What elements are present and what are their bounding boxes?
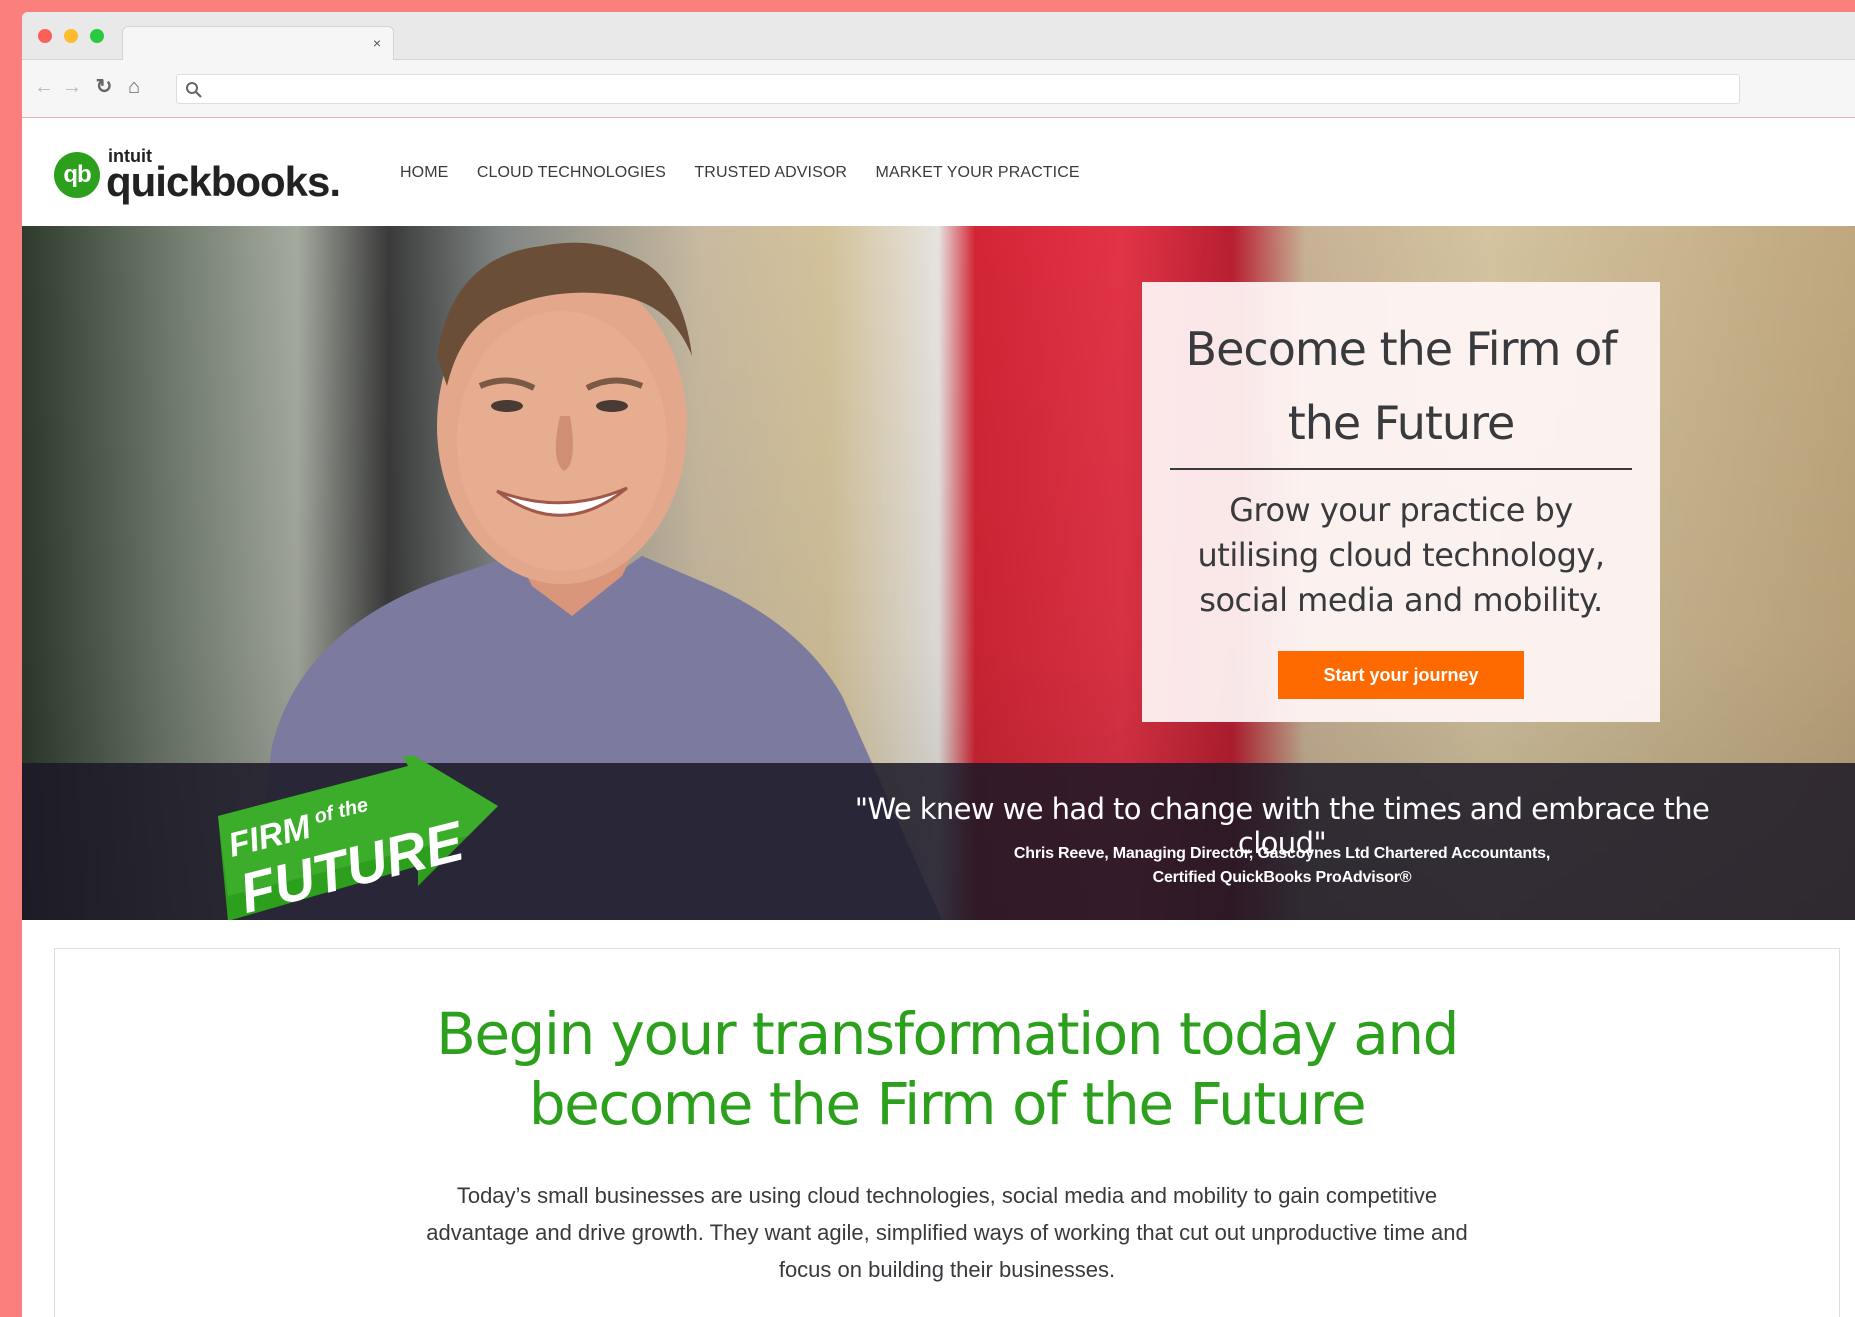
qb-logo-icon: qb <box>54 152 100 198</box>
logo-wordmark: quickbooks. <box>106 158 341 205</box>
nav-home[interactable]: HOME <box>400 164 448 182</box>
forward-arrow-icon[interactable]: → <box>60 74 84 100</box>
promo-divider <box>1170 468 1632 470</box>
intro-heading: Begin your transformation today and beco… <box>436 1000 1459 1138</box>
browser-toolbar: ← → ↻ ⌂ <box>22 60 1855 118</box>
intro-section: Begin your transformation today and beco… <box>54 948 1840 1317</box>
minimize-window-button[interactable] <box>64 29 78 43</box>
browser-tab[interactable]: × <box>122 26 394 62</box>
reload-icon[interactable]: ↻ <box>92 74 116 100</box>
home-icon[interactable]: ⌂ <box>122 74 146 100</box>
back-arrow-icon[interactable]: ← <box>32 74 56 100</box>
quickbooks-logo[interactable]: qb intuit quickbooks. <box>54 144 354 205</box>
testimonial-author: Chris Reeve, Managing Director, Gascoyne… <box>842 842 1722 890</box>
hero-banner: Become the Firm of the Future Grow your … <box>22 226 1855 920</box>
address-bar[interactable] <box>176 74 1740 104</box>
search-icon <box>186 82 202 98</box>
main-nav: HOME CLOUD TECHNOLOGIES TRUSTED ADVISOR … <box>400 164 1104 188</box>
start-your-journey-button[interactable]: Start your journey <box>1278 651 1524 699</box>
nav-trusted-advisor[interactable]: TRUSTED ADVISOR <box>694 164 847 182</box>
promo-title: Become the Firm of the Future <box>1185 322 1618 450</box>
tab-close-icon[interactable]: × <box>369 35 385 51</box>
maximize-window-button[interactable] <box>90 29 104 43</box>
nav-cloud-technologies[interactable]: CLOUD TECHNOLOGIES <box>477 164 666 182</box>
testimonial-author-line2: Certified QuickBooks ProAdvisor® <box>1152 869 1412 886</box>
promo-card: Become the Firm of the Future Grow your … <box>1142 282 1660 722</box>
close-window-button[interactable] <box>38 29 52 43</box>
promo-text: Grow your practice by utilising cloud te… <box>1197 491 1605 619</box>
browser-tabbar: × <box>22 12 1855 62</box>
intro-text: Today’s small businesses are using cloud… <box>426 1183 1468 1282</box>
nav-market-your-practice[interactable]: MARKET YOUR PRACTICE <box>876 164 1080 182</box>
browser-window: × ← → ↻ ⌂ qb intuit quickbooks. HOME CLO… <box>22 12 1855 1317</box>
testimonial-author-line1: Chris Reeve, Managing Director, Gascoyne… <box>1013 845 1551 862</box>
site-header: qb intuit quickbooks. HOME CLOUD TECHNOL… <box>22 118 1855 226</box>
firm-of-the-future-badge: FIRM of the FUTURE <box>218 756 498 920</box>
